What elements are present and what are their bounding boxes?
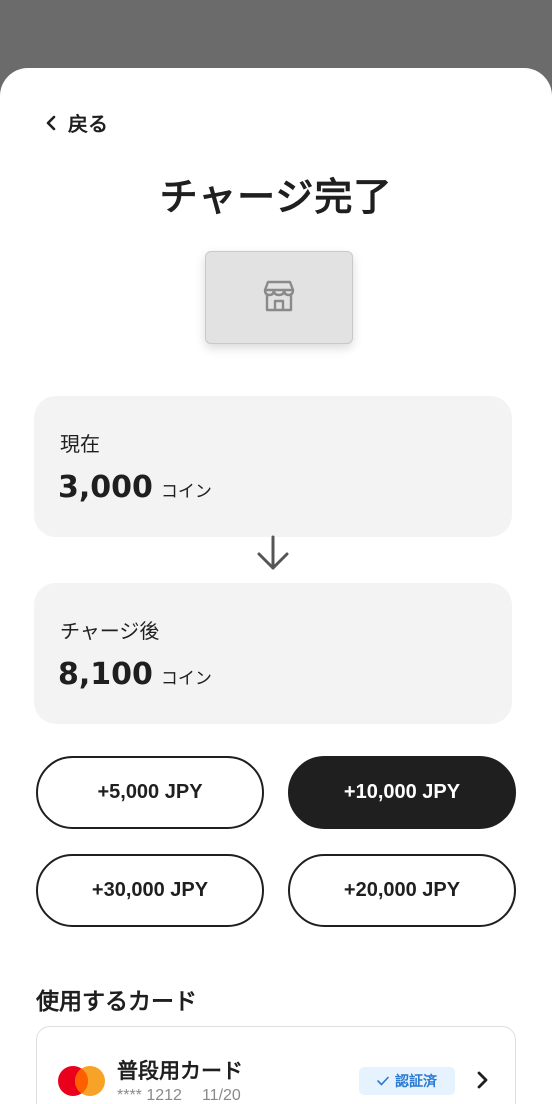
- arrow-down-icon: [255, 534, 291, 572]
- after-charge-amount: 8,100: [58, 657, 153, 692]
- storefront-icon: [259, 276, 299, 320]
- current-balance-label: 現在: [60, 432, 100, 456]
- card-number: **** 1212: [117, 1087, 182, 1104]
- payment-card-item[interactable]: 普段用カード **** 1212 11/20 認証済: [36, 1026, 516, 1104]
- after-charge-balance-card: チャージ後 8,100 コイン: [34, 583, 512, 724]
- verified-badge: 認証済: [359, 1067, 455, 1095]
- current-balance-amount: 3,000: [58, 470, 153, 505]
- back-button[interactable]: 戻る: [44, 108, 108, 137]
- check-icon: [377, 1076, 389, 1086]
- card-number-line: **** 1212 11/20: [117, 1087, 241, 1104]
- store-image-placeholder: [205, 251, 353, 344]
- amount-option-10000[interactable]: +10,000 JPY: [288, 756, 516, 829]
- current-balance-row: 3,000 コイン: [58, 470, 212, 505]
- current-balance-unit: コイン: [160, 482, 212, 502]
- bottom-sheet: 戻る チャージ完了 現在 3,000 コイン チャージ後 8,100 コイン +…: [0, 68, 552, 1104]
- mastercard-icon: [57, 1065, 107, 1097]
- chevron-right-icon: [475, 1069, 491, 1091]
- after-charge-row: 8,100 コイン: [58, 657, 212, 692]
- chevron-left-icon: [44, 111, 62, 135]
- amount-option-30000[interactable]: +30,000 JPY: [36, 854, 264, 927]
- card-expiry: 11/20: [201, 1087, 241, 1104]
- amount-option-20000[interactable]: +20,000 JPY: [288, 854, 516, 927]
- after-charge-label: チャージ後: [60, 619, 160, 643]
- card-name: 普段用カード: [117, 1059, 243, 1083]
- current-balance-card: 現在 3,000 コイン: [34, 396, 512, 537]
- payment-section-title: 使用するカード: [36, 989, 197, 1015]
- page-title: チャージ完了: [159, 175, 393, 219]
- back-label: 戻る: [68, 112, 108, 136]
- after-charge-unit: コイン: [160, 669, 212, 689]
- amount-option-5000[interactable]: +5,000 JPY: [36, 756, 264, 829]
- verified-badge-label: 認証済: [395, 1074, 437, 1090]
